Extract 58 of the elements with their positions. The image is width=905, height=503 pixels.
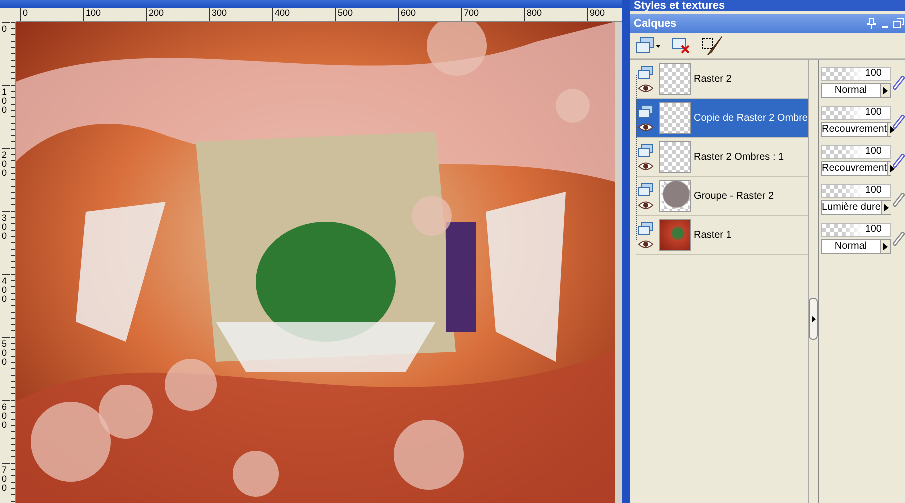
link-icon[interactable] <box>893 76 905 90</box>
link-icon[interactable] <box>893 114 905 128</box>
opacity-value: 100 <box>865 107 882 118</box>
eye-icon[interactable] <box>638 162 654 170</box>
layer-name: Raster 2 Ombres : 1 <box>694 152 784 162</box>
blend-mode-dropdown[interactable]: Normal <box>821 83 891 98</box>
eye-icon[interactable] <box>638 240 654 248</box>
mask-brush-icon[interactable] <box>702 36 724 56</box>
eye-icon[interactable] <box>638 122 654 132</box>
restore-icon[interactable] <box>893 18 905 29</box>
dropdown-arrow-icon <box>882 87 889 95</box>
palette-title: Styles et textures <box>634 0 726 10</box>
blend-mode-dropdown[interactable]: Lumière dure <box>821 200 891 215</box>
dropdown-arrow-icon <box>882 243 889 251</box>
link-icon[interactable] <box>893 232 905 246</box>
layer-row[interactable]: Raster 2 Ombres : 1 <box>636 138 808 176</box>
link-icon[interactable] <box>893 154 905 168</box>
layer-thumbnail <box>659 63 692 95</box>
dropdown-arrow-icon <box>889 165 896 173</box>
eye-icon[interactable] <box>638 84 654 92</box>
layer-icon[interactable] <box>638 66 654 80</box>
opacity-slider[interactable]: 100 <box>821 145 891 159</box>
layer-name: Groupe - Raster 2 <box>694 190 774 202</box>
ruler-label: 900 <box>587 8 622 21</box>
palette-title: Calques <box>634 18 678 30</box>
layer-name: Raster 2 <box>694 74 732 84</box>
opacity-slider[interactable]: 100 <box>821 184 891 198</box>
layer-icon[interactable] <box>638 144 654 158</box>
layer-icon[interactable] <box>638 222 654 236</box>
layer-thumbnail <box>659 219 692 251</box>
pin-icon[interactable] <box>867 18 877 29</box>
layer-thumbnail <box>659 102 692 134</box>
opacity-value: 100 <box>865 146 882 157</box>
layer-name: Raster 1 <box>694 230 732 240</box>
new-layer-icon[interactable] <box>636 36 662 54</box>
opacity-value: 100 <box>865 224 882 235</box>
opacity-value: 100 <box>865 185 882 196</box>
arrow-icon <box>812 316 816 322</box>
link-icon[interactable] <box>893 192 905 206</box>
dropdown-arrow-icon <box>889 126 896 134</box>
opacity-slider[interactable]: 100 <box>821 223 891 237</box>
dropdown-arrow-icon <box>882 204 890 212</box>
layer-row[interactable]: Raster 1 <box>636 216 808 254</box>
layer-icon[interactable] <box>638 182 654 196</box>
layer-name: Copie de Raster 2 Ombre <box>694 112 808 124</box>
layer-row[interactable]: Groupe - Raster 2 <box>636 177 808 215</box>
layer-thumbnail <box>659 180 692 212</box>
eye-icon[interactable] <box>638 200 654 210</box>
blend-mode-dropdown[interactable]: Normal <box>821 239 891 254</box>
opacity-value: 100 <box>865 68 882 79</box>
layer-row[interactable]: Copie de Raster 2 Ombre <box>636 99 808 137</box>
layer-thumbnail <box>659 141 692 173</box>
layer-row[interactable]: Raster 2 <box>636 60 808 98</box>
opacity-slider[interactable]: 100 <box>821 106 891 120</box>
opacity-slider[interactable]: 100 <box>821 67 891 81</box>
layer-icon[interactable] <box>638 104 654 118</box>
splitter-handle[interactable] <box>809 298 818 340</box>
delete-layer-icon[interactable] <box>672 36 692 54</box>
